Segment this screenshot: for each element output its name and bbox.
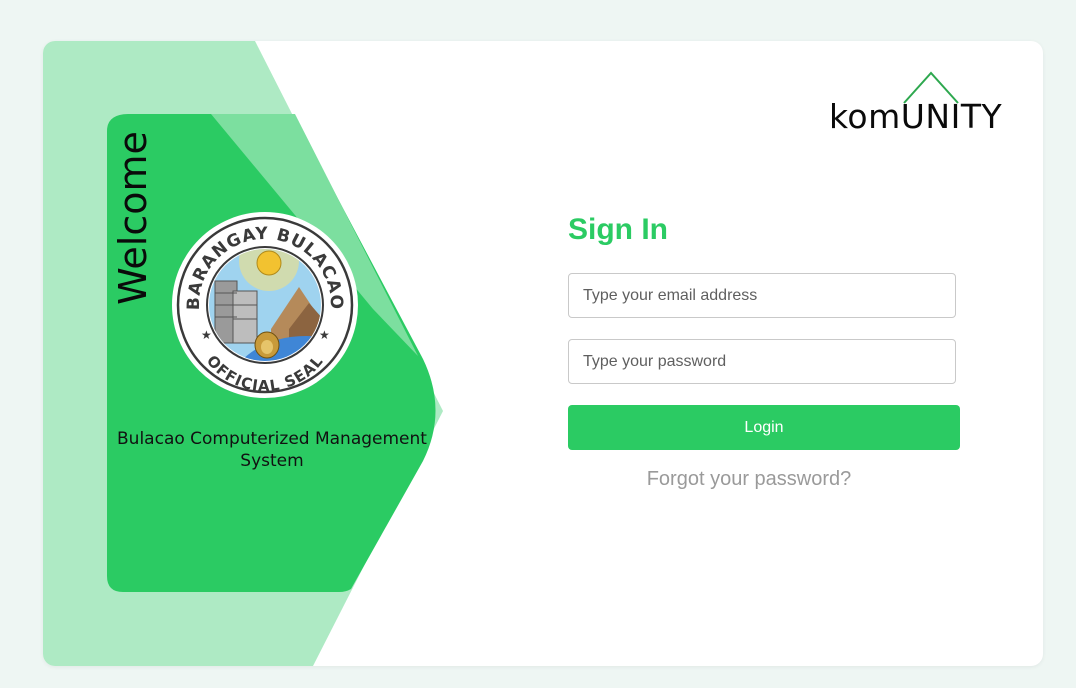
forgot-password-link[interactable]: Forgot your password? [568,468,930,491]
komunity-logo: komUNITY [829,69,1013,133]
login-card: Welcome BARANGAY BULACAO OFFICIAL SEAL ★… [43,41,1043,666]
barangay-seal-logo: BARANGAY BULACAO OFFICIAL SEAL ★ ★ [172,212,358,398]
logo-text: komUNITY [829,97,1003,136]
welcome-heading: Welcome [111,131,156,305]
svg-text:★: ★ [319,328,330,342]
svg-text:★: ★ [201,328,212,342]
sign-in-title: Sign In [568,213,668,246]
password-input[interactable] [568,339,956,384]
system-name: Bulacao Computerized Management System [117,429,427,471]
email-input[interactable] [568,273,956,318]
login-button[interactable]: Login [568,405,960,450]
